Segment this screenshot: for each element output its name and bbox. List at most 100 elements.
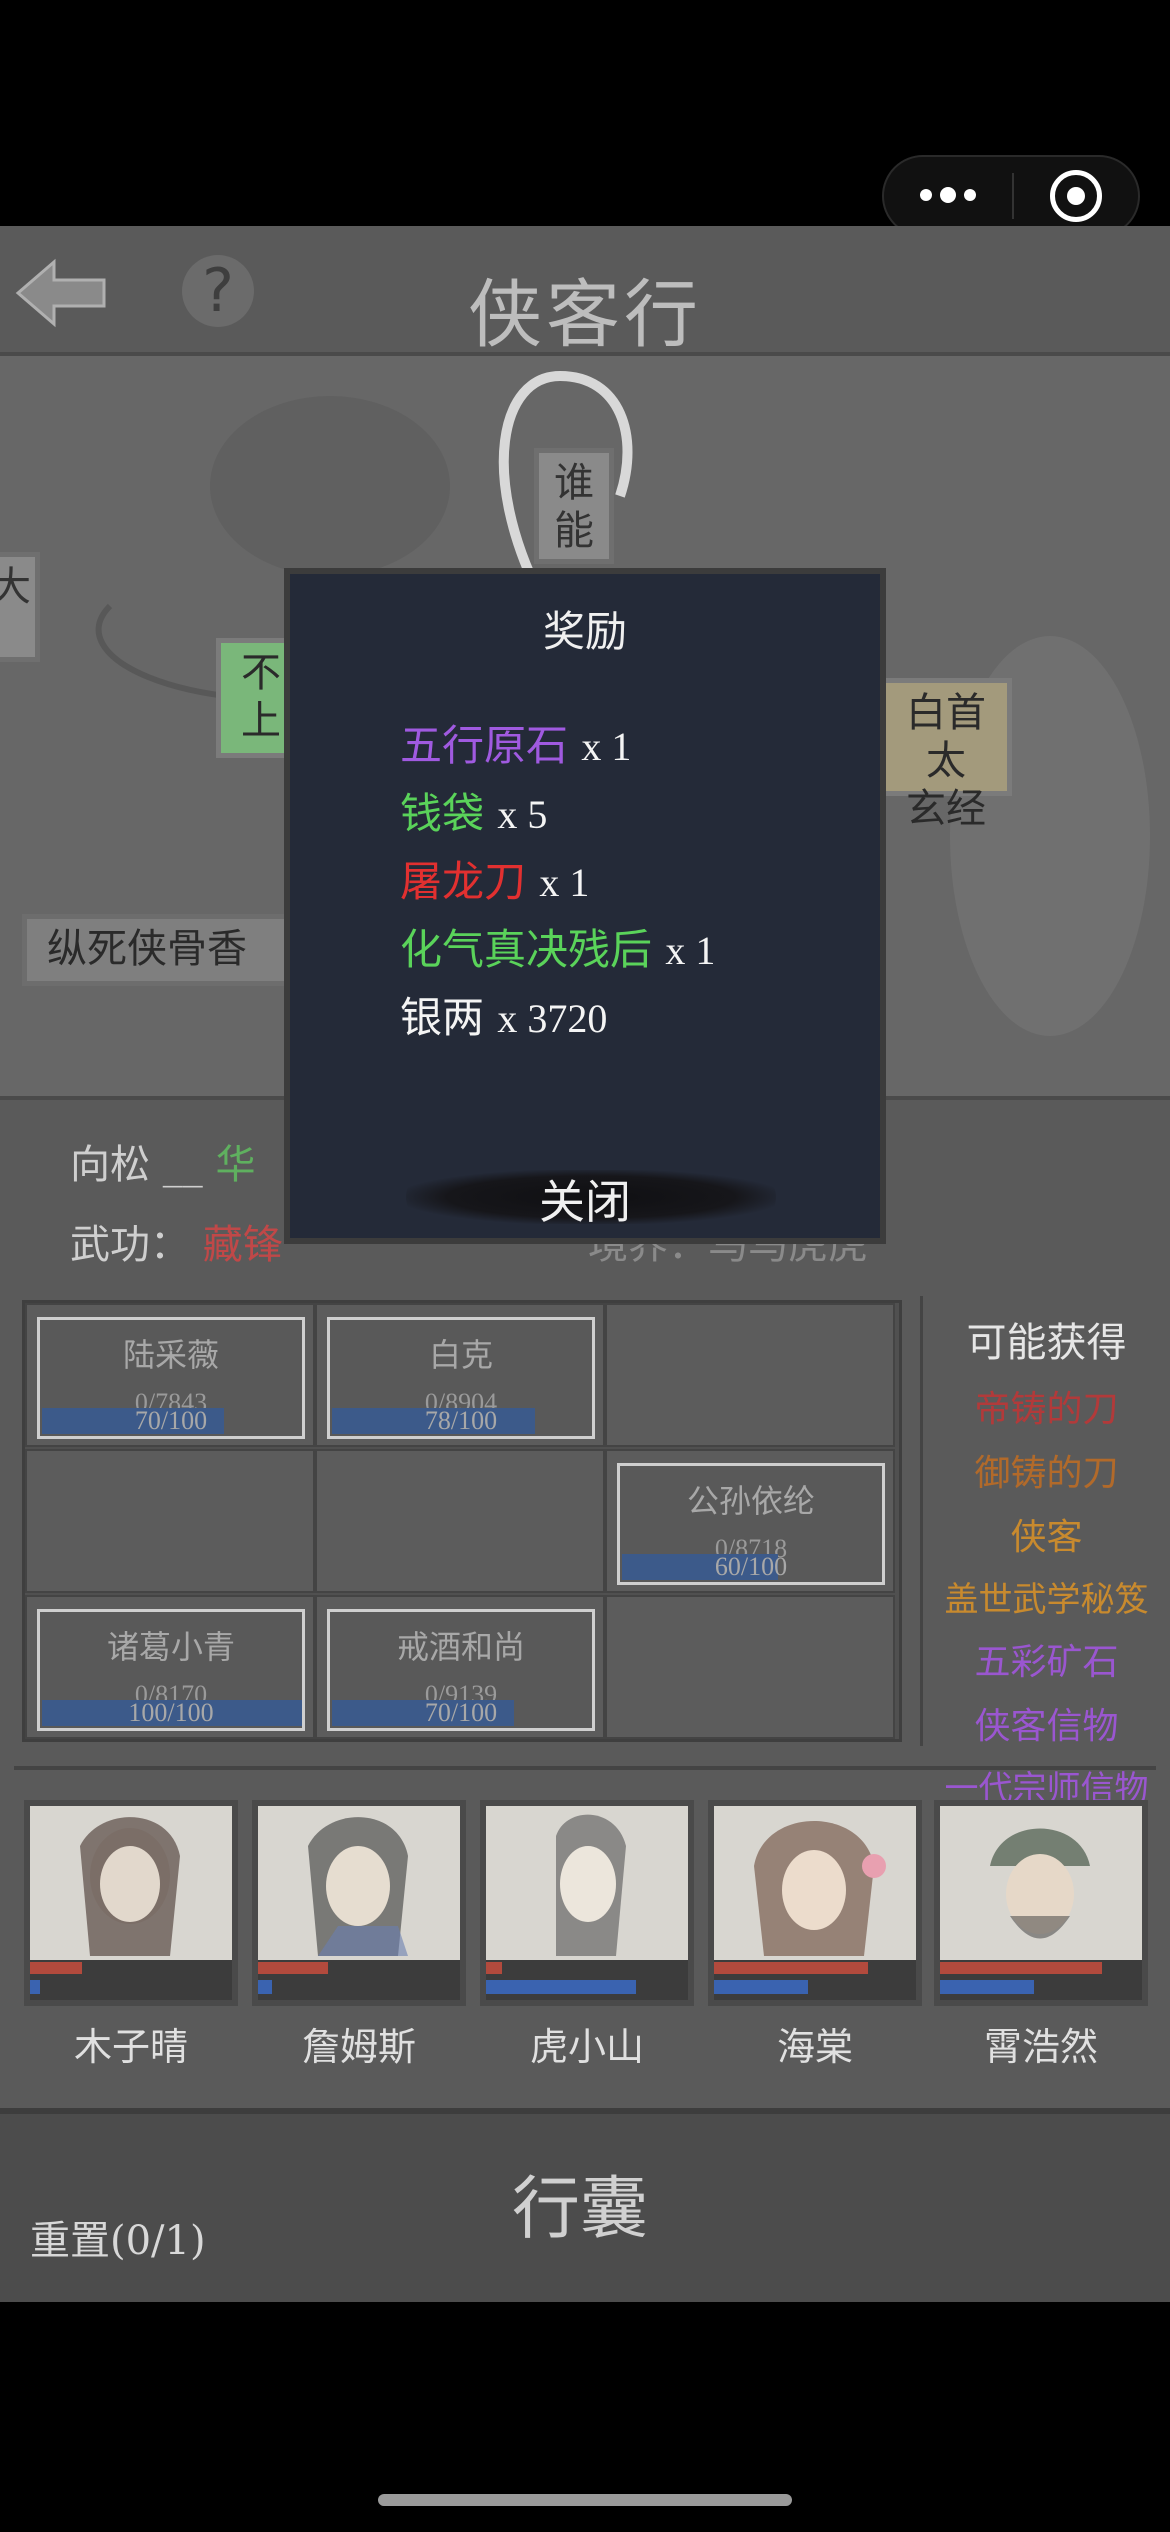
reward-name: 化气真决残后 [400, 925, 653, 974]
map-node-right[interactable]: 白首太 玄经 [880, 678, 1012, 832]
bag-button[interactable]: 行囊 [380, 2160, 780, 2260]
grid-cell[interactable]: 戒酒和尚 0/9139 70/100 [315, 1595, 605, 1739]
map-node-right-line2: 玄经 [906, 786, 986, 832]
grid-cell[interactable]: 陆采薇 0/7843 70/100 [25, 1303, 315, 1447]
character-avatar [754, 1821, 886, 1956]
reward-quantity: x 1 [581, 724, 632, 769]
back-arrow-icon[interactable] [10, 250, 110, 336]
more-icon[interactable] [884, 187, 1012, 203]
help-button[interactable]: ? [182, 255, 254, 327]
reset-button[interactable]: 重置(0/1) [30, 2208, 206, 2266]
grid-cell[interactable]: 公孙依纶 0/8718 60/100 [605, 1449, 895, 1593]
map-node-top-line1: 谁 [554, 460, 594, 506]
miniprogram-capsule [882, 155, 1140, 237]
mp-bar [940, 1980, 1034, 1994]
character-avatar [308, 1817, 408, 1956]
faction-name: 华 [215, 1142, 256, 1188]
possible-rewards-title: 可能获得 [966, 1320, 1127, 1366]
ally-progress-label: 70/100 [424, 1698, 498, 1727]
reward-name: 钱袋 [400, 789, 485, 838]
reward-quantity: x 5 [497, 792, 548, 837]
possible-reward-item: 盖世武学秘笈 [944, 1580, 1149, 1620]
character-name: 詹姆斯 [301, 2025, 416, 2069]
map-node-right-line1: 白首太 [906, 690, 986, 784]
home-indicator[interactable] [378, 2494, 792, 2506]
close-miniprogram-icon[interactable] [1014, 170, 1138, 222]
quest-info-line: 向松 __ 华 [70, 1132, 255, 1190]
mp-bar [258, 1980, 272, 1994]
reward-dialog: 奖励 五行原石 x 1 钱袋 x 5 屠龙刀 x 1 化气真决残后 x 1 银两… [284, 568, 886, 1244]
grid-cell-empty[interactable] [315, 1449, 605, 1593]
ally-progress-label: 60/100 [714, 1552, 788, 1581]
section-divider [14, 1766, 1156, 1770]
grid-cell-empty[interactable] [605, 1595, 895, 1739]
hp-bar [940, 1962, 1102, 1974]
character-avatar [990, 1828, 1090, 1939]
martial-arts-line: 武功： 藏锋 [70, 1212, 283, 1270]
reward-quantity: x 1 [665, 928, 716, 973]
character-portrait[interactable] [24, 1800, 238, 2006]
map-node-top-line2: 能 [554, 508, 594, 554]
ally-card[interactable]: 陆采薇 0/7843 70/100 [37, 1317, 305, 1439]
reward-name: 银两 [400, 993, 485, 1042]
map-node-top[interactable]: 谁 能 [534, 448, 614, 564]
martial-arts-value: 藏锋 [202, 1222, 283, 1268]
mp-bar [30, 1980, 40, 1994]
ally-name: 戒酒和尚 [396, 1628, 525, 1666]
character-portrait[interactable] [480, 1800, 694, 2006]
team-grid: 陆采薇 0/7843 70/100 白克 0/8904 78/100 公孙依纶 … [22, 1300, 902, 1742]
possible-reward-item: 御铸的刀 [974, 1453, 1119, 1494]
hp-bar [486, 1962, 502, 1974]
close-button[interactable]: 关闭 [290, 1166, 880, 1232]
hp-bar [714, 1962, 868, 1974]
reward-row: 化气真决残后 x 1 [400, 916, 715, 977]
possible-reward-item: 侠客信物 [974, 1706, 1119, 1747]
character-portrait[interactable] [934, 1800, 1148, 2006]
character-name: 木子晴 [73, 2025, 188, 2069]
ally-progress-label: 78/100 [424, 1406, 498, 1435]
character-portrait[interactable] [252, 1800, 466, 2006]
possible-reward-item: 帝铸的刀 [974, 1389, 1119, 1430]
separator: __ [162, 1142, 203, 1188]
ally-name: 公孙依纶 [686, 1482, 815, 1520]
reward-name: 五行原石 [400, 721, 569, 770]
reward-quantity: x 1 [539, 860, 590, 905]
ally-progress-label: 100/100 [128, 1698, 214, 1727]
character-portrait[interactable] [708, 1800, 922, 2006]
reward-row: 五行原石 x 1 [400, 712, 631, 773]
map-node-left[interactable]: 大 [0, 552, 40, 662]
map-node-bottom-left[interactable]: 纵死侠骨香 [22, 914, 322, 986]
reward-row: 屠龙刀 x 1 [400, 848, 589, 909]
character-avatar [556, 1814, 626, 1956]
reward-quantity: x 3720 [497, 996, 608, 1041]
grid-cell-empty[interactable] [605, 1303, 895, 1447]
grid-cell-empty[interactable] [25, 1449, 315, 1593]
possible-rewards-panel: 可能获得 帝铸的刀 御铸的刀 侠客 盖世武学秘笈 五彩矿石 侠客信物 一代宗师信… [920, 1296, 1170, 1809]
character-name: 虎小山 [529, 2025, 644, 2069]
page-title: 侠客行 [468, 272, 702, 358]
grid-cell[interactable]: 诸葛小青 0/8170 100/100 [25, 1595, 315, 1739]
grid-cell[interactable]: 白克 0/8904 78/100 [315, 1303, 605, 1447]
reward-row: 银两 x 3720 [400, 984, 607, 1045]
possible-reward-item: 侠客 [1010, 1517, 1083, 1558]
reward-name: 屠龙刀 [400, 857, 527, 906]
reward-dialog-title: 奖励 [542, 607, 627, 656]
mp-bar [486, 1980, 636, 1994]
character-avatar [80, 1817, 180, 1956]
ally-name: 白克 [428, 1336, 493, 1374]
character-name: 霄浩然 [983, 2025, 1098, 2069]
ally-card[interactable]: 戒酒和尚 0/9139 70/100 [327, 1609, 595, 1731]
ally-card[interactable]: 白克 0/8904 78/100 [327, 1317, 595, 1439]
mp-bar [714, 1980, 808, 1994]
martial-arts-label: 武功： [70, 1222, 190, 1268]
character-name: 海棠 [776, 2025, 853, 2069]
reward-row: 钱袋 x 5 [400, 780, 547, 841]
npc-name: 向松 [70, 1142, 150, 1188]
possible-reward-item: 五彩矿石 [974, 1642, 1119, 1683]
ally-progress-label: 70/100 [134, 1406, 208, 1435]
hp-bar [258, 1962, 328, 1974]
ally-card[interactable]: 公孙依纶 0/8718 60/100 [617, 1463, 885, 1585]
hp-bar [30, 1962, 82, 1974]
ally-name: 诸葛小青 [106, 1628, 235, 1666]
ally-card[interactable]: 诸葛小青 0/8170 100/100 [37, 1609, 305, 1731]
